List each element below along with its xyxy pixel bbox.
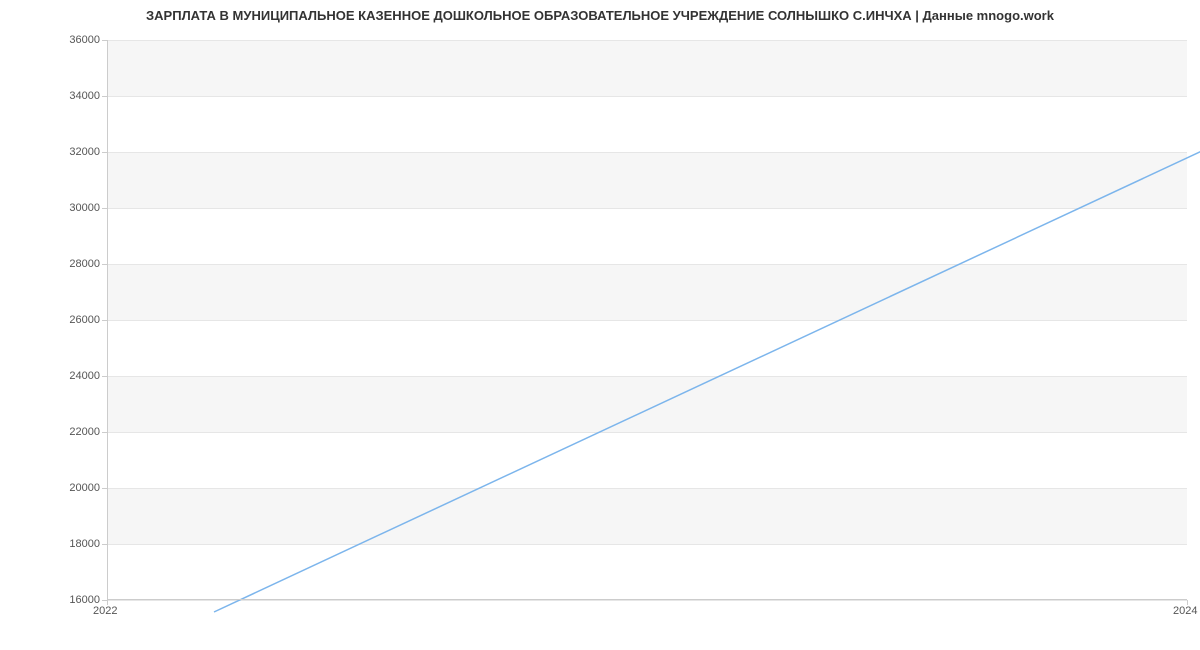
y-gridline xyxy=(107,40,1187,41)
y-tick-label: 28000 xyxy=(0,258,100,270)
y-tickmark xyxy=(102,432,107,433)
y-axis-line xyxy=(107,40,108,600)
y-tickmark xyxy=(102,40,107,41)
y-tick-label: 26000 xyxy=(0,314,100,326)
y-tick-label: 36000 xyxy=(0,34,100,46)
y-tickmark xyxy=(102,320,107,321)
x-tick-label: 2024 xyxy=(1173,605,1197,617)
y-tick-label: 30000 xyxy=(0,202,100,214)
y-tick-label: 34000 xyxy=(0,90,100,102)
plot-area xyxy=(107,40,1187,600)
y-tick-label: 18000 xyxy=(0,538,100,550)
y-tick-label: 22000 xyxy=(0,426,100,438)
y-tick-label: 16000 xyxy=(0,594,100,606)
y-tickmark xyxy=(102,208,107,209)
y-tick-label: 20000 xyxy=(0,482,100,494)
y-tickmark xyxy=(102,544,107,545)
y-tickmark xyxy=(102,376,107,377)
x-tick-label: 2022 xyxy=(93,605,117,617)
y-tick-label: 24000 xyxy=(0,370,100,382)
y-tick-label: 32000 xyxy=(0,146,100,158)
y-tickmark xyxy=(102,152,107,153)
y-tickmark xyxy=(102,488,107,489)
chart-container: ЗАРПЛАТА В МУНИЦИПАЛЬНОЕ КАЗЕННОЕ ДОШКОЛ… xyxy=(0,0,1200,650)
y-tickmark xyxy=(102,264,107,265)
chart-title: ЗАРПЛАТА В МУНИЦИПАЛЬНОЕ КАЗЕННОЕ ДОШКОЛ… xyxy=(0,8,1200,23)
y-tickmark xyxy=(102,96,107,97)
x-axis-line xyxy=(107,599,1187,600)
line-series xyxy=(214,80,1200,640)
